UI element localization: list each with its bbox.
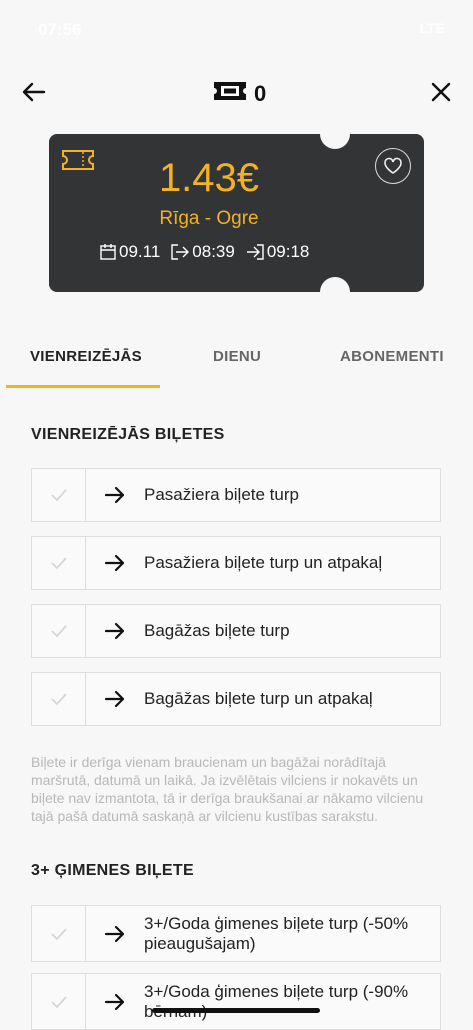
ticket-option[interactable]: Pasažiera biļete turp (31, 468, 441, 522)
ticket-option-label: Pasažiera biļete turp un atpakaļ (144, 553, 383, 572)
calendar-icon (100, 244, 116, 260)
checkmark-icon[interactable] (32, 469, 86, 521)
ticket-option-label: 3+/Goda ģimenes biļete turp (-90% bērnam… (144, 981, 409, 1021)
cart-count: 0 (254, 80, 267, 106)
ticket-notch-top (320, 119, 350, 149)
active-tab-indicator (6, 385, 160, 388)
checkmark-icon[interactable] (32, 537, 86, 589)
ticket-option-label: 3+/Goda ģimenes biļete turp (-50% pieaug… (144, 913, 409, 953)
ticket-option[interactable]: 3+/Goda ģimenes biļete turp (-90% bērnam… (31, 973, 441, 1030)
ticket-departure-value: 08:39 (192, 242, 235, 261)
ticket-card: 1.43€ Rīga - Ogre 09.11 08:39 09:18 (49, 119, 424, 307)
top-bar: 0 (0, 70, 473, 114)
ticket-option-label: Pasažiera biļete turp (144, 485, 299, 504)
status-time: 07:56 (38, 20, 82, 39)
arrow-right-icon (86, 605, 144, 657)
ticket-type-tabs: VIENREIZĒJĀS DIENU ABONEMENTI (0, 340, 473, 390)
arrow-right-icon (86, 469, 144, 521)
checkmark-icon[interactable] (32, 605, 86, 657)
ticket-notch-bottom (320, 277, 350, 307)
tab-vienreizejas[interactable]: VIENREIZĒJĀS (30, 348, 142, 365)
departure-icon (171, 244, 190, 260)
arrival-icon (246, 244, 264, 260)
ticket-route: Rīga - Ogre (159, 208, 259, 229)
section-title-single: VIENREIZĒJĀS BIĻETES (31, 426, 225, 443)
ticket-departure: 08:39 (170, 242, 235, 262)
favorite-heart-icon[interactable] (375, 148, 411, 184)
ticket-option[interactable]: Bagāžas biļete turp un atpakaļ (31, 672, 441, 726)
checkmark-icon[interactable] (32, 974, 86, 1029)
ticket-validity-note: Biļete ir derīga vienam braucienam un ba… (31, 754, 424, 824)
ticket-option[interactable]: 3+/Goda ģimenes biļete turp (-50% pieaug… (31, 905, 441, 962)
arrow-right-icon (86, 673, 144, 725)
status-signal: LTE (419, 20, 445, 36)
ticket-option[interactable]: Pasažiera biļete turp un atpakaļ (31, 536, 441, 590)
ticket-option-label: Bagāžas biļete turp (144, 621, 290, 640)
home-indicator[interactable] (152, 1008, 320, 1013)
ticket-date-value: 09.11 (119, 242, 161, 261)
section-title-family: 3+ ĢIMENES BIĻETE (31, 862, 194, 879)
checkmark-icon[interactable] (32, 906, 86, 961)
arrow-right-icon (86, 537, 144, 589)
ticket-meta: 09.11 08:39 09:18 (99, 242, 319, 262)
tab-abonementi[interactable]: ABONEMENTI (340, 348, 444, 365)
ticket-date: 09.11 (99, 242, 160, 262)
back-arrow-icon[interactable] (20, 78, 48, 106)
close-icon[interactable] (427, 78, 455, 106)
ticket-arrival-value: 09:18 (266, 242, 310, 261)
ticket-arrival: 09:18 (245, 242, 310, 262)
ticket-cart[interactable]: 0 (212, 78, 266, 109)
checkmark-icon[interactable] (32, 673, 86, 725)
ticket-option-label: Bagāžas biļete turp un atpakaļ (144, 689, 373, 708)
arrow-right-icon (86, 974, 144, 1029)
ticket-icon (212, 78, 248, 109)
status-bar: 07:56 LTE (0, 0, 473, 60)
ticket-option[interactable]: Bagāžas biļete turp (31, 604, 441, 658)
ticket-price: 1.43€ (158, 156, 260, 200)
arrow-right-icon (86, 906, 144, 961)
tab-dienu[interactable]: DIENU (213, 348, 261, 365)
